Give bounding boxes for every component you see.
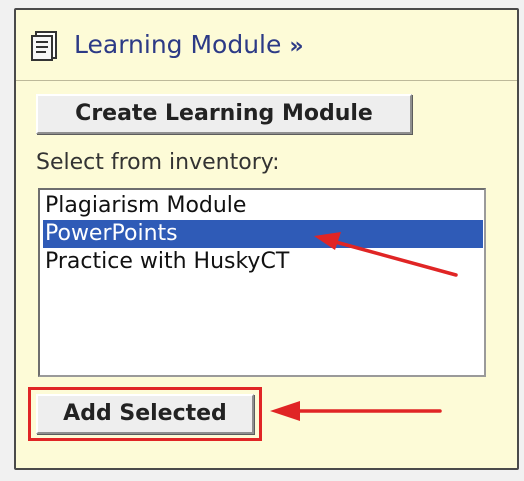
chevron-right-icon: » [289, 34, 304, 59]
list-item[interactable]: Practice with HuskyCT [43, 248, 483, 276]
module-title-link[interactable]: Learning Module » [74, 28, 304, 64]
list-item[interactable]: Plagiarism Module [43, 192, 483, 220]
create-learning-module-button[interactable]: Create Learning Module [36, 94, 412, 134]
screenshot-frame: Learning Module» Create Learning Module … [0, 0, 524, 481]
panel-header: Learning Module » [16, 10, 517, 81]
module-title: Learning Module [74, 30, 282, 59]
learning-module-panel: Learning Module» Create Learning Module … [14, 8, 519, 470]
add-selected-button[interactable]: Add Selected [36, 394, 254, 434]
document-icon [28, 28, 62, 62]
list-item-selected[interactable]: PowerPoints [43, 220, 483, 248]
inventory-label: Select from inventory: [36, 150, 280, 175]
inventory-listbox[interactable]: Plagiarism Module PowerPoints Practice w… [38, 188, 486, 377]
